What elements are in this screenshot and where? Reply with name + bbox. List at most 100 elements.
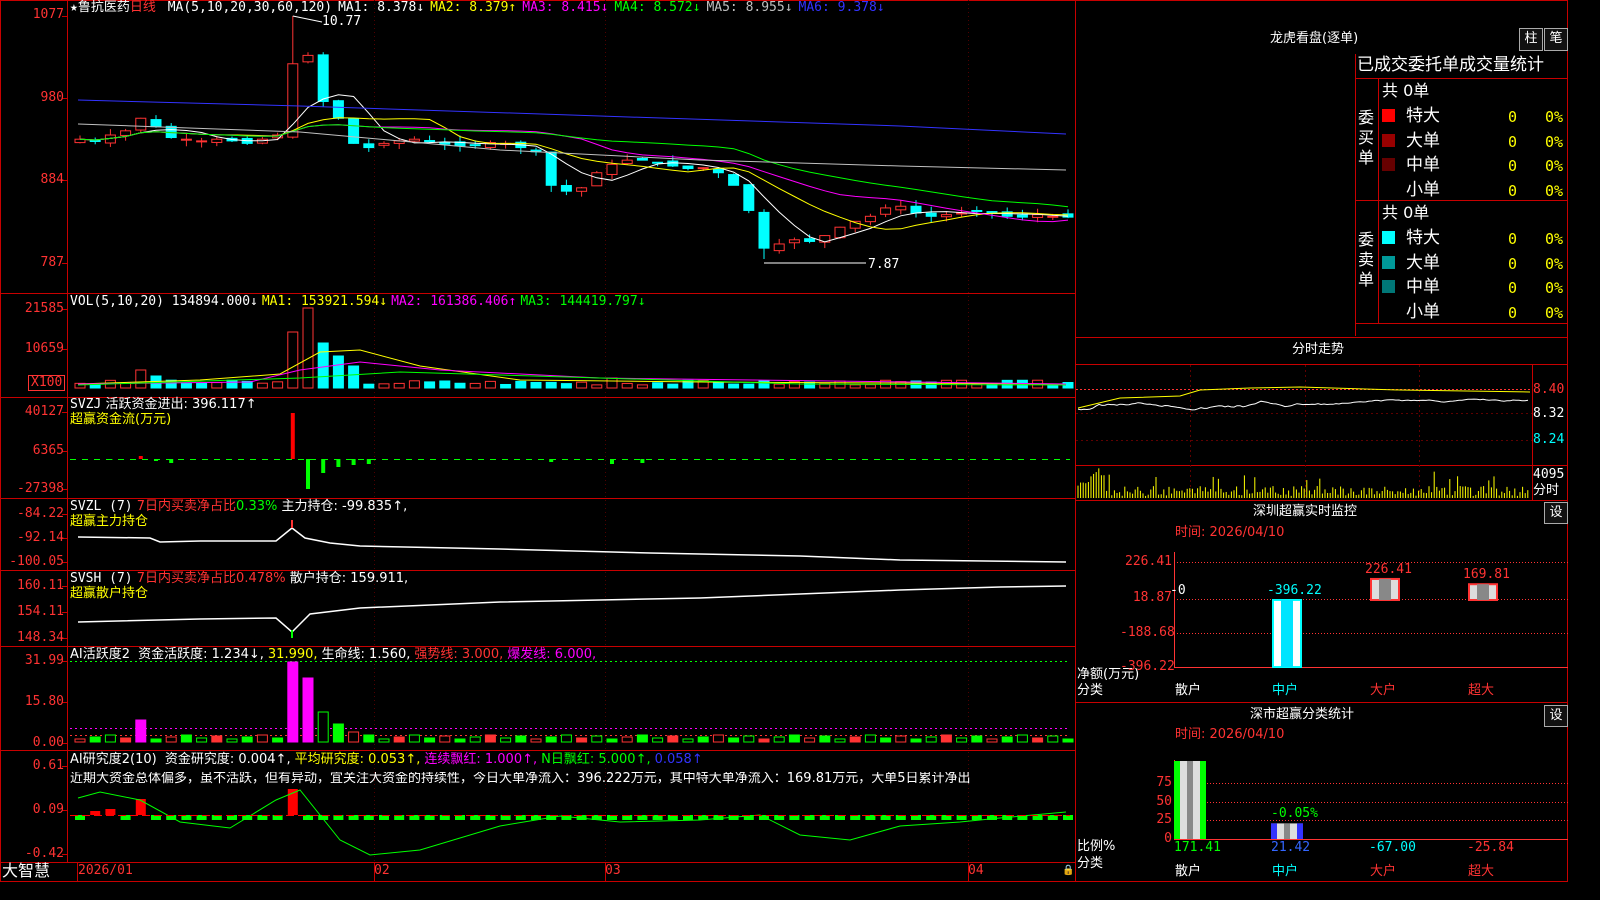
ai-active-bar xyxy=(834,738,846,743)
svzj-bar xyxy=(336,459,341,467)
ai-research-item: N日飘红: 5.000↑, xyxy=(541,752,651,767)
candle-body xyxy=(469,144,481,147)
lock-icon[interactable]: 🔒 xyxy=(1062,864,1074,878)
vol-title: VOL(5,10,20) xyxy=(70,294,164,309)
vol-value: 134894.000↓ xyxy=(171,294,258,309)
intraday-vol-unit: 分时 xyxy=(1533,483,1560,498)
candle-body xyxy=(348,117,360,144)
order-type: 大单 xyxy=(1406,130,1440,151)
ai-active-bar xyxy=(1032,737,1044,743)
candle-body xyxy=(378,142,390,146)
intraday-vol-value: 4095 xyxy=(1533,467,1565,482)
svzl-ratio-value: 0.33% xyxy=(236,499,278,514)
axis-label: 787 xyxy=(40,255,64,270)
ai-research-header: AI研究度2(10) 资金研究度: 0.004↑, 平均研究度: 0.053↑, 连… xyxy=(70,753,703,767)
category-axis-label: 75 xyxy=(1156,775,1172,790)
ai-research-title: AI研究度2(10) xyxy=(70,752,157,767)
vol-ma1-line xyxy=(77,349,1067,385)
svzl-title: SVZL (7) xyxy=(70,499,133,514)
ma1-line xyxy=(79,94,1069,243)
ai-active-bar xyxy=(591,735,603,743)
ai-active-bar xyxy=(439,735,451,743)
monitor-bar-shade xyxy=(1379,578,1391,600)
category-bar-value: -67.00 xyxy=(1369,840,1416,855)
ai-active-bar xyxy=(682,738,694,743)
date-label: 02 xyxy=(374,863,390,878)
volume-bar xyxy=(439,380,451,389)
svsh-holding: 散户持仓: 159.911, xyxy=(289,571,409,586)
ma-item: MA2: 8.379↑ xyxy=(430,0,517,15)
axis-label: 154.11 xyxy=(17,604,64,619)
ai-active-bar xyxy=(180,734,192,743)
volume-bar xyxy=(576,381,588,389)
ai-active-bar xyxy=(530,738,542,743)
ai-active-bar xyxy=(576,737,588,743)
volume-bar xyxy=(454,382,466,389)
ai-active-bar xyxy=(378,738,390,743)
chart-canvas[interactable] xyxy=(0,0,1568,882)
volume-bar xyxy=(332,355,344,389)
candle-body xyxy=(880,207,892,215)
ai-research-item: 0.058↑ xyxy=(654,752,703,767)
legend-swatch xyxy=(1382,231,1395,244)
order-type: 中单 xyxy=(1406,155,1440,175)
axis-label: -84.22 xyxy=(17,506,64,521)
intraday-axis-label: 8.32 xyxy=(1533,406,1565,421)
volume-bar xyxy=(211,382,223,389)
order-pct: 0% xyxy=(1545,132,1564,151)
volume-bar xyxy=(287,331,299,389)
candle-body xyxy=(545,151,557,186)
volume-bar xyxy=(424,381,436,389)
axis-label: 160.11 xyxy=(17,578,64,593)
date-label: 04 xyxy=(968,863,984,878)
sz-monitor-settings-button[interactable]: 设 xyxy=(1544,502,1568,524)
svsh-header: SVSH (7) 7日内买卖净占比0.478% 散户持仓: 159.911, xyxy=(70,572,408,586)
ai-active-bar xyxy=(743,735,755,743)
volume-bar xyxy=(667,383,679,389)
volume-bar xyxy=(393,382,405,389)
order-type: 大单 xyxy=(1406,252,1440,273)
ai-active-bar xyxy=(636,734,648,743)
legend-swatch xyxy=(1382,158,1395,171)
ai-active-bar xyxy=(408,734,420,743)
vol-ma-item: MA2: 161386.406↑ xyxy=(391,294,517,309)
sz-category-settings-button[interactable]: 设 xyxy=(1544,705,1568,727)
svsh-ratio-value: 0.478% xyxy=(236,571,286,586)
sz-monitor-xlabel: 分类 xyxy=(1077,683,1104,698)
brand-logo: 大智慧 xyxy=(2,861,51,880)
ai-active-item: 生命线: 1.560, xyxy=(321,647,411,662)
monitor-axis-label: -396.22 xyxy=(1120,659,1175,674)
ma-values: MA1: 8.378↓ MA2: 8.379↑ MA3: 8.415↓ MA4: 8.… xyxy=(332,0,885,15)
volume-bar xyxy=(408,380,420,389)
ai-active-header: AI活跃度2 资金活跃度: 1.234↓, 31.990, 生命线: 1.560, 强… xyxy=(70,648,596,662)
axis-label: 980 xyxy=(40,90,64,105)
vol-header: VOL(5,10,20) 134894.000↓ MA1: 153921.594↓… xyxy=(70,295,646,309)
ai-active-bar xyxy=(256,734,268,743)
candle-body xyxy=(773,243,785,252)
ai-active-bar xyxy=(880,737,892,743)
ai-active-bar xyxy=(287,661,299,743)
ai-active-bar xyxy=(150,738,162,743)
volume-bar xyxy=(348,365,360,389)
ma-item: MA4: 8.572↓ xyxy=(614,0,701,15)
ai-active-bar xyxy=(135,719,147,743)
candle-body xyxy=(287,63,299,138)
side-label-char: 单 xyxy=(1358,148,1375,167)
ai-active-bar xyxy=(348,731,360,743)
ai-active-bar xyxy=(241,736,253,743)
star-icon[interactable]: ★ xyxy=(70,0,78,15)
svzj-bar xyxy=(108,459,113,460)
tick-mode-button[interactable]: 笔 xyxy=(1544,28,1568,51)
ai-active-bar xyxy=(302,677,314,743)
volume-bar xyxy=(484,380,496,389)
period-label[interactable]: 日线 xyxy=(130,0,156,15)
bar-mode-button[interactable]: 柱 xyxy=(1519,28,1543,51)
svzj-bar xyxy=(290,413,295,459)
high-pointer xyxy=(292,15,323,23)
volume-bar xyxy=(849,384,861,389)
order-pct: 0% xyxy=(1545,157,1564,175)
candle-body xyxy=(697,167,709,170)
order-pct: 0% xyxy=(1545,279,1564,297)
category-bar-value: 171.41 xyxy=(1174,840,1221,855)
candle-body xyxy=(120,130,132,136)
